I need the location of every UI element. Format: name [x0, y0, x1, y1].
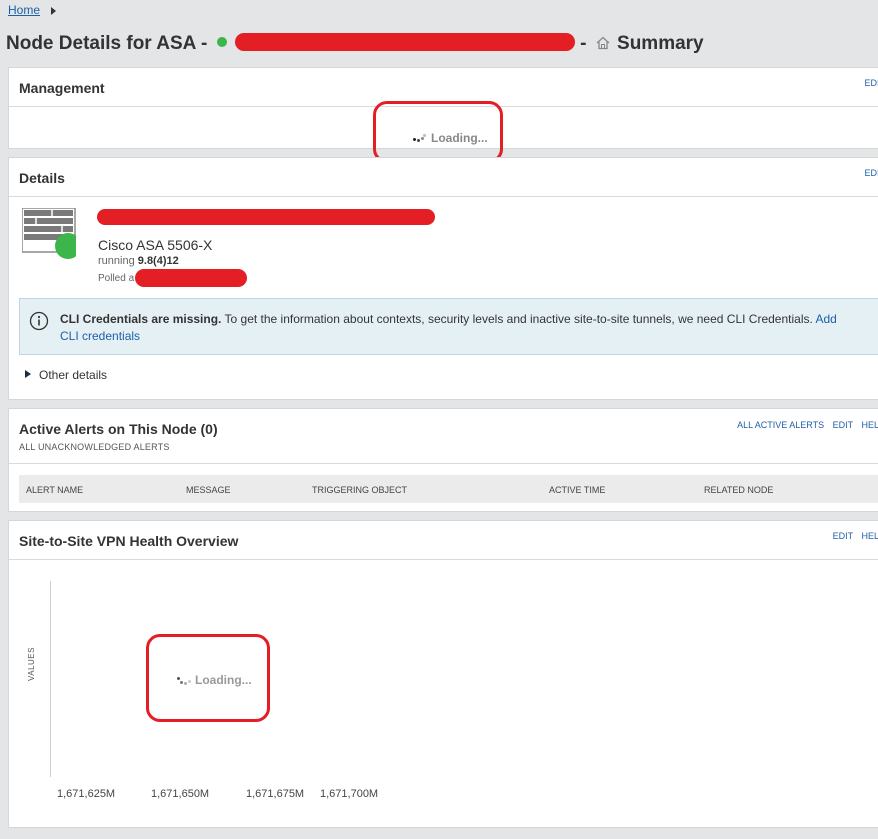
annotation-circle	[146, 634, 270, 722]
details-panel: Details EDIT Cisco ASA 5506-X running 9.…	[8, 157, 878, 400]
caret-right-icon	[25, 370, 31, 378]
redacted-device-name	[97, 209, 435, 225]
alerts-table-header: ALERT NAME MESSAGE TRIGGERING OBJECT ACT…	[19, 475, 878, 503]
device-running-label: running	[98, 255, 135, 267]
status-up-icon	[216, 37, 227, 47]
cli-credentials-text: To get the information about contexts, s…	[221, 312, 816, 326]
all-active-alerts-link[interactable]: ALL ACTIVE ALERTS	[737, 420, 824, 430]
column-active-time[interactable]: ACTIVE TIME	[549, 485, 605, 495]
vpn-chart-area: VALUES Loading... 1,671,625M 1,671,650M …	[9, 561, 878, 827]
active-alerts-panel: Active Alerts on This Node (0) ALL UNACK…	[8, 408, 878, 512]
redacted-node-name	[234, 33, 575, 51]
vpn-edit-link[interactable]: EDIT	[833, 531, 853, 541]
firewall-device-icon	[22, 208, 76, 259]
cli-credentials-missing: CLI Credentials are missing.	[60, 312, 222, 326]
chart-y-axis	[50, 581, 51, 777]
column-related-node[interactable]: RELATED NODE	[704, 485, 773, 495]
column-alert-name[interactable]: ALERT NAME	[26, 485, 83, 495]
cli-credentials-message: CLI Credentials are missing. To get the …	[60, 311, 840, 345]
page-title-suffix: Summary	[617, 33, 704, 54]
chart-y-label: VALUES	[27, 647, 36, 681]
active-alerts-subtitle: ALL UNACKNOWLEDGED ALERTS	[19, 442, 170, 452]
vpn-health-panel: Site-to-Site VPN Health Overview EDIT HE…	[8, 520, 878, 828]
other-details-label: Other details	[39, 368, 108, 382]
page-title: Node Details for ASA - - Summary	[6, 33, 704, 55]
vpn-health-header: Site-to-Site VPN Health Overview EDIT HE…	[9, 521, 878, 560]
page-title-prefix: Node Details for ASA -	[6, 33, 208, 54]
management-panel: Management EDIT Loading...	[8, 67, 878, 163]
vpn-health-title: Site-to-Site VPN Health Overview	[19, 533, 239, 549]
device-version: running 9.8(4)12	[98, 255, 179, 267]
device-polled: Polled a	[98, 273, 135, 284]
other-details-toggle[interactable]: Other details	[25, 368, 107, 382]
active-alerts-header-links: ALL ACTIVE ALERTS EDIT HELP	[731, 420, 878, 430]
chart-x-tick: 1,671,625M	[57, 788, 116, 800]
device-version-value: 9.8(4)12	[137, 255, 179, 267]
active-alerts-edit-link[interactable]: EDIT	[833, 420, 853, 430]
annotation-circle	[373, 101, 503, 163]
management-header-links: EDIT	[858, 78, 878, 88]
details-header: Details EDIT	[9, 158, 878, 197]
info-icon	[29, 311, 49, 331]
redacted-polled-address	[135, 269, 247, 287]
chevron-right-icon	[51, 6, 57, 15]
chart-x-tick: 1,671,675M	[246, 788, 305, 800]
cli-credentials-info-box: CLI Credentials are missing. To get the …	[19, 298, 878, 355]
details-header-links: EDIT	[858, 168, 878, 178]
breadcrumb: Home	[8, 3, 57, 17]
details-title: Details	[19, 170, 65, 186]
vpn-health-header-links: EDIT HELP	[827, 531, 878, 541]
chart-x-tick: 1,671,700M	[320, 788, 379, 800]
active-alerts-header: Active Alerts on This Node (0) ALL UNACK…	[9, 409, 878, 464]
active-alerts-help-link[interactable]: HELP	[861, 420, 878, 430]
home-icon	[596, 36, 610, 50]
page-title-separator: -	[580, 33, 587, 54]
details-body: Cisco ASA 5506-X running 9.8(4)12 Polled…	[9, 197, 878, 397]
column-triggering-object[interactable]: TRIGGERING OBJECT	[312, 485, 407, 495]
management-title: Management	[19, 80, 105, 96]
details-edit-link[interactable]: EDIT	[864, 168, 878, 178]
breadcrumb-home-link[interactable]: Home	[8, 3, 40, 17]
management-edit-link[interactable]: EDIT	[864, 78, 878, 88]
device-model: Cisco ASA 5506-X	[98, 237, 213, 253]
chart-x-tick: 1,671,650M	[151, 788, 210, 800]
vpn-help-link[interactable]: HELP	[861, 531, 878, 541]
active-alerts-title: Active Alerts on This Node (0)	[19, 421, 218, 437]
column-message[interactable]: MESSAGE	[186, 485, 231, 495]
